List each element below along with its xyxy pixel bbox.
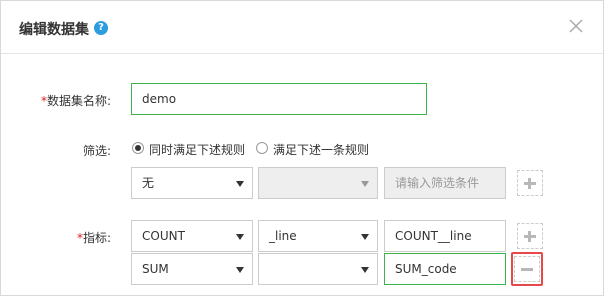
metric-func-select[interactable]: COUNT (131, 220, 253, 252)
metric-field-value: _line (269, 229, 297, 243)
metric-label: *指标: (31, 229, 111, 246)
radio-any-rule-label: 满足下述一条规则 (273, 143, 370, 157)
dataset-name-label-text: 数据集名称: (46, 94, 111, 108)
close-icon[interactable] (567, 17, 585, 35)
add-metric-button[interactable] (517, 223, 543, 249)
chevron-down-icon (236, 234, 244, 240)
chevron-down-icon (361, 234, 369, 240)
filter-operator-select (258, 167, 378, 199)
radio-all-rules-label: 同时满足下述规则 (149, 143, 246, 157)
metric-field-select[interactable] (258, 253, 378, 285)
filter-label: 筛选: (82, 144, 111, 158)
radio-any-rule[interactable] (256, 142, 268, 154)
filter-field-value: 无 (142, 176, 155, 190)
filter-field-select[interactable]: 无 (131, 167, 253, 199)
metric-func-value: SUM (142, 262, 169, 276)
metric-func-value: COUNT (142, 229, 185, 243)
edit-dataset-dialog: 编辑数据集 ? *数据集名称: demo 筛选: 同时满足下述规则 满足下述一条… (0, 0, 604, 296)
chevron-down-icon (236, 181, 244, 187)
highlight-box (511, 252, 543, 286)
dialog-header: 编辑数据集 ? (1, 1, 603, 54)
dialog-title: 编辑数据集 (19, 22, 89, 38)
metric-field-select[interactable]: _line (258, 220, 378, 252)
metric-func-select[interactable]: SUM (131, 253, 253, 285)
help-icon[interactable]: ? (94, 21, 108, 35)
metric-alias-input[interactable]: COUNT__line (384, 220, 506, 252)
dataset-name-input[interactable]: demo (131, 83, 427, 115)
metric-alias-input[interactable]: SUM_code (384, 253, 506, 285)
dataset-name-label: *数据集名称: (31, 92, 111, 109)
chevron-down-icon (361, 267, 369, 273)
radio-all-rules[interactable] (132, 142, 144, 154)
add-filter-button[interactable] (517, 170, 543, 196)
metric-label-text: 指标: (82, 231, 111, 245)
filter-condition-input: 请输入筛选条件 (384, 167, 506, 199)
chevron-down-icon (236, 267, 244, 273)
chevron-down-icon (361, 181, 369, 187)
